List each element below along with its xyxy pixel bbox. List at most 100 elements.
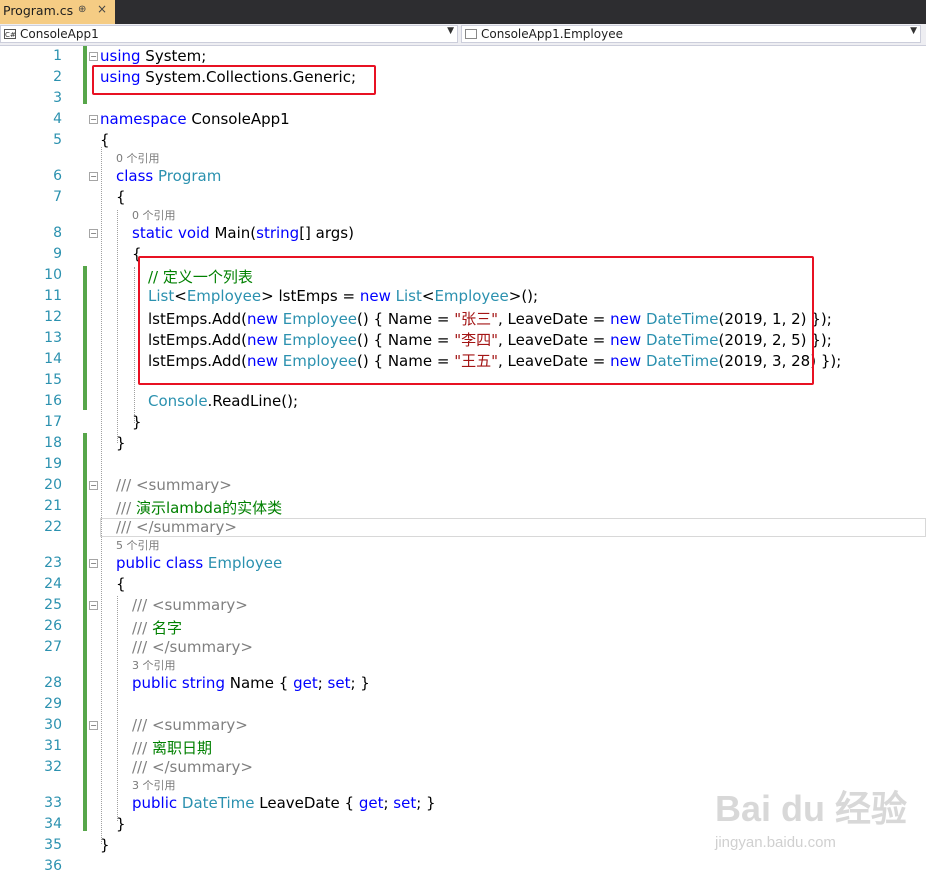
keyword: namespace [100,110,187,128]
line-number: 12 [44,309,62,325]
doc-comment-tag: </summary> [147,758,253,776]
indent-guide [117,210,118,443]
navigation-bar: C# ConsoleApp1 ▼ ConsoleApp1.Employee ▼ [0,24,926,46]
reference-count-lens[interactable]: 3 个引用 [132,777,176,793]
code-text: [] args) [299,224,354,242]
code-line-22: /// </summary> [116,518,237,536]
type-dropdown-value: ConsoleApp1.Employee [481,27,623,41]
code-line-23: public class Employee [116,554,282,572]
doc-comment-prefix: /// [132,619,148,637]
pin-icon[interactable]: ⊕ [78,4,86,15]
doc-comment-tag: <summary> [131,476,232,494]
line-number: 33 [44,795,62,811]
fold-toggle[interactable]: − [89,559,98,568]
doc-comment-prefix: /// [132,739,148,757]
line-number: 26 [44,618,62,634]
watermark-brand: Bai du 经验 [715,788,908,829]
line-number: 34 [44,816,62,832]
line-number: 18 [44,435,62,451]
fold-toggle[interactable]: − [89,229,98,238]
line-number: 29 [44,696,62,712]
baidu-watermark: Bai du 经验 jingyan.baidu.com [715,780,907,851]
fold-toggle[interactable]: − [89,52,98,61]
keyword: class [116,167,154,185]
reference-count-lens[interactable]: 5 个引用 [116,537,160,553]
doc-comment-prefix: /// [132,758,148,776]
code-text: Name { [224,674,294,692]
type-dropdown[interactable]: ConsoleApp1.Employee ▼ [461,25,921,43]
indent-guide [134,267,135,423]
line-number: 20 [44,477,62,493]
doc-comment-tag: <summary> [147,596,248,614]
code-text: ; } [350,674,370,692]
code-line-25: /// <summary> [132,596,248,614]
line-number: 19 [44,456,62,472]
keyword: set [393,794,417,812]
line-number: 5 [53,132,62,148]
code-text: ConsoleApp1 [186,110,290,128]
type-name: DateTime [177,794,255,812]
document-tab-bar: Program.cs ⊕ × [0,0,926,24]
line-number: 35 [44,837,62,853]
code-text: ; [383,794,394,812]
code-line-17: } [132,413,142,431]
keyword: public class [116,554,204,572]
code-text: .ReadLine(); [207,392,299,410]
csharp-project-icon: C# [4,29,16,39]
tab-program-cs[interactable]: Program.cs ⊕ × [0,0,115,24]
code-line-16: Console.ReadLine(); [148,392,298,410]
code-line-30: /// <summary> [132,716,248,734]
doc-comment-prefix: /// [132,596,148,614]
dropdown-arrow-icon: ▼ [910,26,917,36]
fold-toggle[interactable]: − [89,115,98,124]
line-number: 24 [44,576,62,592]
doc-comment-prefix: /// [116,518,132,536]
reference-count-lens[interactable]: 0 个引用 [132,207,176,223]
line-number: 30 [44,717,62,733]
type-name: Console [148,392,208,410]
fold-toggle[interactable]: − [89,721,98,730]
code-line-7: { [116,188,126,206]
change-bar [83,46,87,104]
keyword: public string [132,674,225,692]
code-text: ; [317,674,328,692]
keyword: void [173,224,210,242]
code-text: ; } [416,794,436,812]
code-line-28: public string Name { get; set; } [132,674,370,692]
line-number: 16 [44,393,62,409]
fold-toggle[interactable]: − [89,601,98,610]
line-number: 14 [44,351,62,367]
code-line-6: class Program [116,167,221,185]
annotation-box-using [92,65,376,95]
code-line-27: /// </summary> [132,638,253,656]
doc-comment-text: 演示lambda的实体类 [131,499,283,517]
code-line-34: } [116,815,126,833]
doc-comment-prefix: /// [132,716,148,734]
doc-comment-prefix: /// [116,476,132,494]
keyword: get [293,674,318,692]
change-bar [83,433,87,831]
line-number: 31 [44,738,62,754]
reference-count-lens[interactable]: 3 个引用 [132,657,176,673]
keyword: static [132,224,174,242]
keyword: set [327,674,351,692]
doc-comment-text: 离职日期 [147,739,212,757]
doc-comment-text: 名字 [147,619,182,637]
code-line-5: { [100,131,110,149]
project-dropdown[interactable]: C# ConsoleApp1 ▼ [0,25,458,43]
reference-count-lens[interactable]: 0 个引用 [116,150,160,166]
line-number: 28 [44,675,62,691]
close-icon[interactable]: × [97,2,107,16]
code-line-4: namespace ConsoleApp1 [100,110,290,128]
indent-guide [117,596,118,821]
code-line-8: static void Main(string[] args) [132,224,354,242]
line-number: 10 [44,267,62,283]
code-editor[interactable]: − − − − − − − − 1 2 3 4 5 6 7 8 9 10 11 … [0,46,926,874]
line-number: 11 [44,288,62,304]
class-icon [465,29,477,39]
line-number: 23 [44,555,62,571]
line-number: 27 [44,639,62,655]
fold-toggle[interactable]: − [89,172,98,181]
fold-toggle[interactable]: − [89,481,98,490]
code-line-18: } [116,434,126,452]
